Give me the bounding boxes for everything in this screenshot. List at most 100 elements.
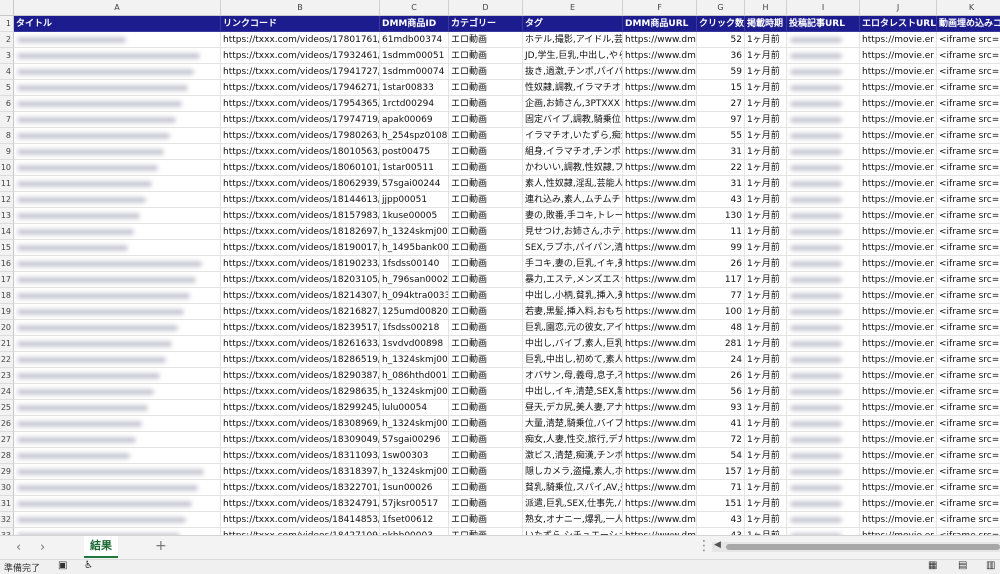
cell-elo[interactable]: https://movie.er [860, 96, 937, 112]
cell-tag[interactable]: 貧乳,騎乗位,スパイ,AV,美人 [523, 480, 623, 496]
cell-clicks[interactable]: 117 [697, 272, 745, 288]
cell-url[interactable]: https://www.dm [623, 416, 697, 432]
cell-embed[interactable]: <iframe src=" [937, 512, 1000, 528]
cell-id[interactable]: 1fsdss00218 [380, 320, 449, 336]
cell-cat[interactable]: エロ動画 [449, 512, 523, 528]
cell-elo[interactable]: https://movie.er [860, 288, 937, 304]
cell-post[interactable] [787, 416, 860, 432]
cell-tag[interactable]: 連れ込み,素人,ムチムチ [523, 192, 623, 208]
cell-title[interactable] [14, 208, 221, 224]
cell-tag[interactable]: 性奴隷,調教,イラマチオ [523, 80, 623, 96]
cell-clicks[interactable]: 31 [697, 144, 745, 160]
row-number[interactable]: 18 [0, 288, 14, 304]
cell-clicks[interactable]: 100 [697, 304, 745, 320]
cell-title[interactable] [14, 496, 221, 512]
cell-link[interactable]: https://txxx.com/videos/18308969/ [221, 416, 380, 432]
cell-url[interactable]: https://www.dm [623, 32, 697, 48]
cell-clicks[interactable]: 36 [697, 48, 745, 64]
cell-embed[interactable]: <iframe src=" [937, 400, 1000, 416]
cell-title[interactable] [14, 144, 221, 160]
cell-id[interactable]: h_1324skmj00 [380, 384, 449, 400]
cell-period[interactable]: 1ヶ月前 [745, 480, 787, 496]
cell-link[interactable]: https://txxx.com/videos/18299245/ [221, 400, 380, 416]
cell-period[interactable]: 1ヶ月前 [745, 320, 787, 336]
cell-url[interactable]: https://www.dm [623, 304, 697, 320]
cell-embed[interactable]: <iframe src=" [937, 384, 1000, 400]
cell-url[interactable]: https://www.dm [623, 512, 697, 528]
cell-post[interactable] [787, 160, 860, 176]
cell-url[interactable]: https://www.dm [623, 432, 697, 448]
cell-link[interactable]: https://txxx.com/videos/18286519/ [221, 352, 380, 368]
cell-period[interactable]: 1ヶ月前 [745, 304, 787, 320]
cell-clicks[interactable]: 130 [697, 208, 745, 224]
cell-cat[interactable]: エロ動画 [449, 320, 523, 336]
cell-period[interactable]: 1ヶ月前 [745, 128, 787, 144]
row-number[interactable]: 31 [0, 496, 14, 512]
cell-title[interactable] [14, 512, 221, 528]
cell-title[interactable] [14, 320, 221, 336]
cell-tag[interactable]: 痴女,人妻,性交,旅行,デカ [523, 432, 623, 448]
row-number[interactable]: 26 [0, 416, 14, 432]
row-number[interactable]: 23 [0, 368, 14, 384]
cell-url[interactable]: https://www.dm [623, 96, 697, 112]
cell-elo[interactable]: https://movie.er [860, 208, 937, 224]
cell-tag[interactable]: SEX,ラブホ,パイパン,清楚 [523, 240, 623, 256]
row-number[interactable]: 32 [0, 512, 14, 528]
row-number[interactable]: 33 [0, 528, 14, 535]
cell-period[interactable]: 1ヶ月前 [745, 464, 787, 480]
cell-embed[interactable]: <iframe src=" [937, 240, 1000, 256]
cell-elo[interactable]: https://movie.er [860, 224, 937, 240]
cell-clicks[interactable]: 157 [697, 464, 745, 480]
cell-title[interactable] [14, 384, 221, 400]
cell-cat[interactable]: エロ動画 [449, 80, 523, 96]
cell-link[interactable]: https://txxx.com/videos/18290387/ [221, 368, 380, 384]
cell-embed[interactable]: <iframe src=" [937, 208, 1000, 224]
cell-tag[interactable]: JD,学生,巨乳,中出し,やらせ [523, 48, 623, 64]
row-number[interactable]: 25 [0, 400, 14, 416]
scroll-left-icon[interactable]: ◀ [714, 540, 721, 550]
cell-post[interactable] [787, 32, 860, 48]
cell-id[interactable]: 57jksr00517 [380, 496, 449, 512]
row-number[interactable]: 17 [0, 272, 14, 288]
cell-id[interactable]: lulu00054 [380, 400, 449, 416]
cell-period[interactable]: 1ヶ月前 [745, 176, 787, 192]
cell-tag[interactable]: 熟女,オナニー,爆乳,一人 [523, 512, 623, 528]
cell-elo[interactable]: https://movie.er [860, 64, 937, 80]
cell-tag[interactable]: 派遣,巨乳,SEX,仕事先,ハメ [523, 496, 623, 512]
cell-post[interactable] [787, 112, 860, 128]
cell-tag[interactable]: オバサン,母,義母,息子,不倫 [523, 368, 623, 384]
row-number[interactable]: 9 [0, 144, 14, 160]
cell-title[interactable] [14, 96, 221, 112]
cell-clicks[interactable]: 48 [697, 320, 745, 336]
row-number[interactable]: 16 [0, 256, 14, 272]
cell-period[interactable]: 1ヶ月前 [745, 256, 787, 272]
row-number[interactable]: 3 [0, 48, 14, 64]
cell-embed[interactable]: <iframe src=" [937, 80, 1000, 96]
cell-elo[interactable]: https://movie.er [860, 416, 937, 432]
cell-id[interactable]: 1sdmm00051 [380, 48, 449, 64]
cell-tag[interactable]: 隠しカメラ,盗撮,素人,ホテル [523, 464, 623, 480]
cell-cat[interactable]: エロ動画 [449, 192, 523, 208]
cell-period[interactable]: 1ヶ月前 [745, 272, 787, 288]
cell-link[interactable]: https://txxx.com/videos/18318397/ [221, 464, 380, 480]
header-cell[interactable]: エロタレストURL [860, 16, 937, 32]
cell-clicks[interactable]: 31 [697, 176, 745, 192]
column-header[interactable]: C [380, 0, 449, 16]
cell-mode-icon[interactable]: ▣ [58, 560, 67, 571]
cell-embed[interactable]: <iframe src=" [937, 480, 1000, 496]
cell-link[interactable]: https://txxx.com/videos/17941727/ [221, 64, 380, 80]
cell-url[interactable]: https://www.dm [623, 448, 697, 464]
cell-url[interactable]: https://www.dm [623, 48, 697, 64]
cell-elo[interactable]: https://movie.er [860, 32, 937, 48]
next-sheet-icon[interactable]: › [40, 540, 45, 555]
cell-clicks[interactable]: 54 [697, 448, 745, 464]
cell-embed[interactable]: <iframe src=" [937, 496, 1000, 512]
cell-cat[interactable]: エロ動画 [449, 112, 523, 128]
cell-embed[interactable]: <iframe src=" [937, 48, 1000, 64]
cell-clicks[interactable]: 99 [697, 240, 745, 256]
header-cell[interactable]: 投稿記事URL [787, 16, 860, 32]
cell-id[interactable]: 1sdmm00074 [380, 64, 449, 80]
cell-clicks[interactable]: 97 [697, 112, 745, 128]
cell-tag[interactable]: 固定バイブ,調教,騎乗位 [523, 112, 623, 128]
cell-clicks[interactable]: 22 [697, 160, 745, 176]
